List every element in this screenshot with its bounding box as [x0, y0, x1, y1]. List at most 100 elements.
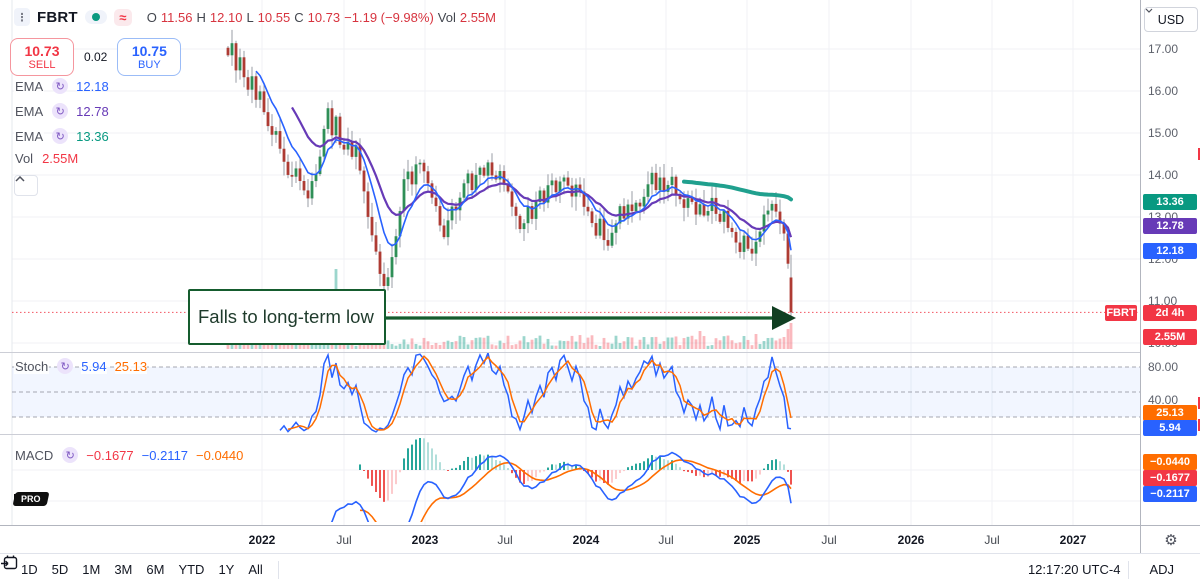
symbol-header: ⋮ FBRT ≈ O 11.56 H 12.10 L 10.55 C 10.73… [14, 8, 496, 26]
volume-value: 2.55M [460, 10, 496, 25]
symbol-name[interactable]: FBRT [37, 9, 78, 26]
time-tick-2024: 2024 [573, 533, 600, 547]
ohlc-readout: O 11.56 H 12.10 L 10.55 C 10.73 −1.19 (−… [147, 10, 496, 25]
volume-legend[interactable]: Vol 2.55M [14, 151, 78, 166]
low-value: 10.55 [258, 10, 291, 25]
stoch-tick: 80.00 [1148, 360, 1178, 374]
bottom-toolbar: 1D 5D 1M 3M 6M YTD 1Y All 12:17:20 UTC-4… [0, 553, 1200, 585]
low-label: L [246, 10, 253, 25]
annotation-arrow-head [772, 306, 796, 330]
vol-label: Vol [14, 151, 34, 166]
range-3m[interactable]: 3M [107, 559, 139, 580]
time-tick-2022: 2022 [249, 533, 276, 547]
loading-sync-icon: ↻ [52, 103, 68, 119]
price-tick: 15.00 [1148, 126, 1178, 140]
sell-button[interactable]: 10.73 SELL [10, 38, 74, 76]
macd-hist-value: −0.1677 [86, 448, 133, 463]
range-all[interactable]: All [241, 559, 269, 580]
range-6m[interactable]: 6M [139, 559, 171, 580]
trading-chart-window: ⋮ FBRT ≈ O 11.56 H 12.10 L 10.55 C 10.73… [0, 0, 1200, 585]
range-1y[interactable]: 1Y [211, 559, 241, 580]
pro-badge: PRO [13, 492, 49, 506]
buy-label: BUY [138, 59, 161, 72]
ema-label: EMA [14, 104, 44, 119]
loading-sync-icon: ↻ [57, 358, 73, 374]
clock-readout[interactable]: 12:17:20 UTC-4 [1028, 562, 1121, 577]
price-scale[interactable]: USD 17.0016.0015.0014.0013.0012.0011.001… [1140, 0, 1200, 525]
ema-label: EMA [14, 129, 44, 144]
ema-legend-long[interactable]: EMA ↻ 13.36 [14, 128, 109, 144]
spread-value: 0.02 [84, 50, 107, 64]
ema-fast-value: 12.18 [76, 79, 109, 94]
currency-button[interactable]: USD [1144, 7, 1198, 32]
buy-price: 10.75 [132, 43, 167, 59]
collapse-legend-button[interactable] [14, 175, 38, 196]
ema-long-value: 13.36 [76, 129, 109, 144]
ema-label: EMA [14, 79, 44, 94]
price-tick: 14.00 [1148, 168, 1178, 182]
price-tick: 16.00 [1148, 84, 1178, 98]
ema-legend-fast[interactable]: EMA ↻ 12.18 [14, 78, 109, 94]
time-scale-settings: ⚙ [1140, 526, 1200, 554]
annotation-text: Falls to long-term low [198, 305, 374, 328]
scale-badge: 12.78 [1143, 218, 1197, 234]
chevron-up-icon [15, 176, 25, 182]
open-value: 11.56 [161, 10, 193, 25]
range-1m[interactable]: 1M [75, 559, 107, 580]
symbol-price-marker: FBRT [1105, 305, 1137, 321]
vol-value: 2.55M [42, 151, 78, 166]
gear-icon[interactable]: ⚙ [1164, 531, 1177, 549]
high-value: 12.10 [210, 10, 243, 25]
ema-long-line [684, 182, 791, 200]
time-tick-jul: Jul [821, 533, 836, 547]
price-tick: 17.00 [1148, 42, 1178, 56]
close-value: 10.73 [308, 10, 341, 25]
time-tick-jul: Jul [336, 533, 351, 547]
macd-legend[interactable]: MACD ↻ −0.1677 −0.2117 −0.0440 [14, 447, 243, 463]
scale-badge: 2d 4h [1143, 305, 1197, 321]
adjusted-toggle[interactable]: ADJ [1137, 562, 1186, 577]
trade-buttons: 10.73 SELL 0.02 10.75 BUY [10, 38, 181, 76]
volume-label: Vol [438, 10, 456, 25]
scale-badge: 13.36 [1143, 194, 1197, 210]
toolbar-divider [1128, 561, 1129, 579]
stoch-d-value: 25.13 [115, 359, 148, 374]
close-label: C [294, 10, 303, 25]
ema-mid-value: 12.78 [76, 104, 109, 119]
scale-badge: 12.18 [1143, 243, 1197, 259]
ema-legend-mid[interactable]: EMA ↻ 12.78 [14, 103, 109, 119]
macd-line-value: −0.2117 [142, 448, 188, 463]
scale-badge: −0.0440 [1143, 454, 1197, 470]
time-tick-jul: Jul [984, 533, 999, 547]
approx-data-icon[interactable]: ≈ [114, 9, 132, 26]
range-5d[interactable]: 5D [45, 559, 76, 580]
annotation-callout[interactable]: Falls to long-term low [188, 289, 386, 345]
high-label: H [197, 10, 206, 25]
loading-sync-icon: ↻ [52, 128, 68, 144]
stoch-legend[interactable]: Stoch ↻ 5.94 25.13 [14, 358, 147, 374]
time-tick-2023: 2023 [412, 533, 439, 547]
market-status-pill [85, 10, 107, 24]
macd-signal-value: −0.0440 [196, 448, 243, 463]
macd-pane [328, 437, 792, 525]
tradingview-logo[interactable]: PRO [14, 492, 48, 506]
go-to-date-icon[interactable] [0, 554, 20, 572]
stoch-k-value: 5.94 [81, 359, 106, 374]
time-tick-jul: Jul [497, 533, 512, 547]
scale-badge: 2.55M [1143, 329, 1197, 345]
open-label: O [147, 10, 157, 25]
scale-badge: 25.13 [1143, 405, 1197, 421]
toolbar-right: 12:17:20 UTC-4 ADJ [1028, 561, 1186, 579]
sell-price: 10.73 [24, 43, 59, 59]
range-ytd[interactable]: YTD [171, 559, 211, 580]
currency-value: USD [1158, 13, 1184, 27]
buy-button[interactable]: 10.75 BUY [117, 38, 181, 76]
toolbar-divider [278, 561, 279, 579]
stoch-label: Stoch [14, 359, 49, 374]
market-open-dot-icon [92, 13, 100, 21]
time-scale[interactable]: 2022Jul2023Jul2024Jul2025Jul2026Jul2027 … [0, 525, 1200, 554]
loading-sync-icon: ↻ [52, 78, 68, 94]
macd-label: MACD [14, 448, 54, 463]
symbol-menu-icon[interactable]: ⋮ [14, 8, 30, 26]
time-tick-2027: 2027 [1060, 533, 1087, 547]
